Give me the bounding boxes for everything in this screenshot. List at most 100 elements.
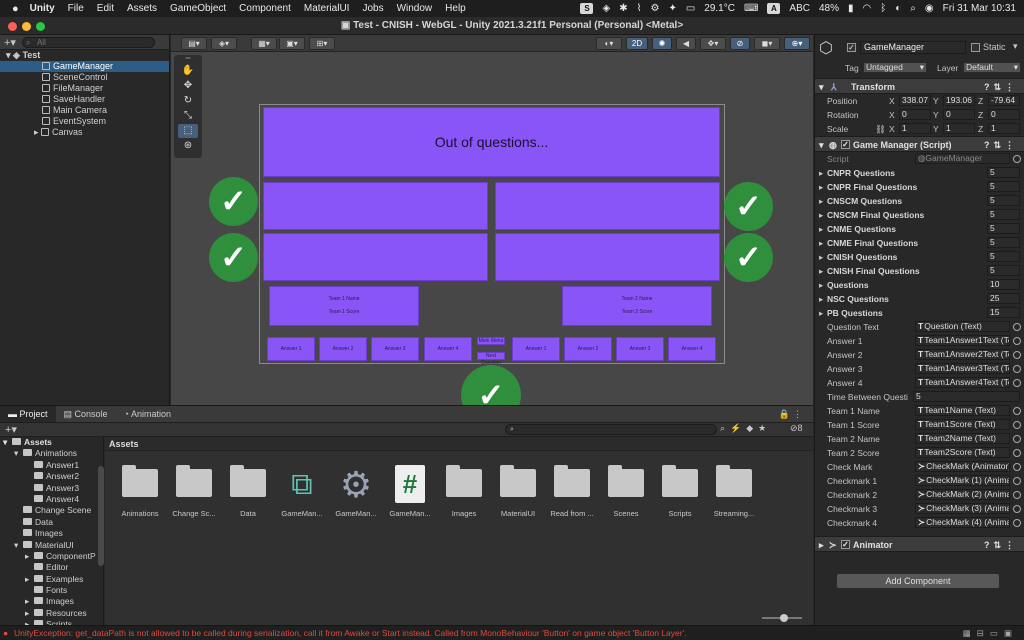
- answer-panel-2[interactable]: [495, 182, 720, 230]
- answer-panel-1[interactable]: [263, 182, 488, 230]
- spark-icon[interactable]: ✦: [668, 3, 676, 14]
- lighting-toggle[interactable]: ✺: [652, 37, 672, 50]
- component-menu-icons[interactable]: ?⇅⋮: [984, 537, 1018, 553]
- time-between-field[interactable]: 5: [913, 391, 1020, 402]
- menu-unity[interactable]: Unity: [30, 3, 55, 14]
- checkmark-icon[interactable]: ✓: [209, 177, 258, 226]
- shading-mode-dropdown[interactable]: ◐▾: [596, 37, 622, 50]
- tab-animation[interactable]: ◔ Animation: [116, 406, 179, 422]
- folder-tree-item[interactable]: Fonts: [0, 585, 103, 596]
- menu-edit[interactable]: Edit: [97, 3, 114, 14]
- team1-panel[interactable]: Team 1 Name Team 1 Score: [269, 286, 419, 326]
- folder-tree-item[interactable]: ▸ Images: [0, 596, 103, 607]
- reference-object-field[interactable]: ≻CheckMark (4) (Animator): [915, 517, 1010, 528]
- input-source[interactable]: ABC: [789, 3, 810, 14]
- static-checkbox[interactable]: [971, 43, 980, 52]
- checkmark-icon[interactable]: ✓: [724, 233, 773, 282]
- foldout-arrow-icon[interactable]: ▸: [25, 551, 34, 562]
- transform-x-field[interactable]: 0: [899, 109, 931, 120]
- folder-tree-item[interactable]: Answer1: [0, 460, 103, 471]
- reference-object-field[interactable]: TTeam1Answer3Text (Text): [915, 363, 1010, 374]
- transform-x-field[interactable]: 1: [899, 123, 931, 134]
- menu-help[interactable]: Help: [445, 3, 466, 14]
- bluetooth-icon[interactable]: ᛒ: [880, 3, 886, 14]
- camera-dropdown[interactable]: ◼▾: [754, 37, 780, 50]
- transform-tool-icon[interactable]: ⊛: [178, 139, 198, 153]
- rect-tool-icon[interactable]: ⬚: [178, 124, 198, 138]
- apple-icon[interactable]: ●: [12, 3, 19, 15]
- move-tool-icon[interactable]: ✥: [178, 79, 198, 93]
- transform-y-field[interactable]: 1: [943, 123, 975, 134]
- hierarchy-item[interactable]: GameManager: [0, 61, 169, 72]
- asset-item[interactable]: Read from ...: [545, 465, 599, 525]
- transform-y-field[interactable]: 0: [943, 109, 975, 120]
- control-center-icon[interactable]: ◐: [895, 3, 901, 14]
- snap-increment-dropdown[interactable]: ▣▾: [279, 37, 305, 50]
- folder-tree-item[interactable]: ▸ Examples: [0, 574, 103, 585]
- team2-panel[interactable]: Team 2 Name Team 2 Score: [562, 286, 712, 326]
- search-icon[interactable]: ⌕: [910, 3, 916, 14]
- foldout-arrow-icon[interactable]: ▸: [819, 264, 823, 278]
- object-picker-icon[interactable]: [1013, 155, 1021, 163]
- object-picker-icon[interactable]: [1013, 365, 1021, 373]
- battery-percent[interactable]: 48%: [819, 3, 839, 14]
- layer-dropdown[interactable]: Default ▾: [963, 62, 1021, 73]
- foldout-arrow-icon[interactable]: ▸: [25, 608, 34, 619]
- unity-status-icon[interactable]: ◈: [602, 3, 610, 14]
- asset-item[interactable]: MaterialUI: [491, 465, 545, 525]
- reference-object-field[interactable]: TTeam1Answer2Text (Text): [915, 349, 1010, 360]
- list-size-field[interactable]: 5: [987, 209, 1020, 220]
- menu-file[interactable]: File: [68, 3, 84, 14]
- tag-dropdown[interactable]: Untagged ▾: [863, 62, 927, 73]
- reference-object-field[interactable]: TTeam2Score (Text): [915, 447, 1010, 458]
- reference-object-field[interactable]: ≻CheckMark (2) (Animator): [915, 489, 1010, 500]
- clock-datetime[interactable]: Fri 31 Mar 10:31: [943, 3, 1016, 14]
- list-field-row[interactable]: ▸ NSC Questions 25: [815, 292, 1024, 306]
- folder-tree-item[interactable]: Data: [0, 517, 103, 528]
- transform-x-field[interactable]: 338.07: [899, 95, 931, 106]
- hierarchy-item[interactable]: SaveHandler: [0, 94, 169, 105]
- hierarchy-item[interactable]: SceneControl: [0, 72, 169, 83]
- object-picker-icon[interactable]: [1013, 505, 1021, 513]
- list-size-field[interactable]: 10: [987, 279, 1020, 290]
- keyboard-icon[interactable]: ⌨: [744, 3, 758, 14]
- list-size-field[interactable]: 5: [987, 167, 1020, 178]
- answer-button[interactable]: Answer 1: [512, 337, 560, 361]
- question-panel[interactable]: Out of questions...: [263, 107, 720, 177]
- list-size-field[interactable]: 25: [987, 293, 1020, 304]
- list-field-row[interactable]: ▸ CNPR Final Questions 5: [815, 180, 1024, 194]
- asset-item[interactable]: Streaming...: [707, 465, 761, 525]
- folder-tree-item[interactable]: Images: [0, 528, 103, 539]
- script-enabled-checkbox[interactable]: ✓: [841, 140, 850, 149]
- foldout-arrow-icon[interactable]: ▸: [819, 222, 823, 236]
- foldout-arrow-icon[interactable]: ▾: [3, 437, 12, 448]
- list-field-row[interactable]: ▸ CNSCM Questions 5: [815, 194, 1024, 208]
- gizmo-ruler-dropdown[interactable]: ⊞▾: [309, 37, 335, 50]
- folder-tree-item[interactable]: Editor: [0, 562, 103, 573]
- transform-z-field[interactable]: 1: [988, 123, 1020, 134]
- transform-header[interactable]: ▾ ⅄ Transform ?⇅⋮: [815, 78, 1024, 94]
- list-field-row[interactable]: ▸ CNPR Questions 5: [815, 166, 1024, 180]
- menu-component[interactable]: Component: [239, 3, 291, 14]
- hierarchy-item[interactable]: ▸ Canvas: [0, 127, 169, 138]
- rotate-tool-icon[interactable]: ↻: [178, 94, 198, 108]
- folder-tree-item[interactable]: Answer3: [0, 483, 103, 494]
- a-status-icon[interactable]: A: [767, 3, 781, 14]
- asset-item[interactable]: # GameMan...: [383, 465, 437, 525]
- answer-button[interactable]: Answer 3: [616, 337, 664, 361]
- answer-button[interactable]: Answer 1: [267, 337, 315, 361]
- hierarchy-item[interactable]: EventSystem: [0, 116, 169, 127]
- foldout-arrow-icon[interactable]: ▸: [819, 306, 823, 320]
- object-picker-icon[interactable]: [1013, 463, 1021, 471]
- minimize-window-button[interactable]: [22, 22, 31, 31]
- effects-dropdown[interactable]: ✥▾: [700, 37, 726, 50]
- foldout-arrow-icon[interactable]: ▾: [819, 79, 824, 95]
- checkmark-icon[interactable]: ✓: [461, 365, 521, 405]
- hierarchy-item[interactable]: FileManager: [0, 83, 169, 94]
- answer-panel-4[interactable]: [495, 233, 720, 281]
- tab-project[interactable]: ▬ Project: [0, 406, 56, 422]
- static-dropdown-icon[interactable]: ▾: [1013, 41, 1018, 52]
- folder-tree-item[interactable]: ▾ Assets: [0, 437, 103, 448]
- asset-item[interactable]: ⧉ GameMan...: [275, 465, 329, 525]
- asset-item[interactable]: Animations: [113, 465, 167, 525]
